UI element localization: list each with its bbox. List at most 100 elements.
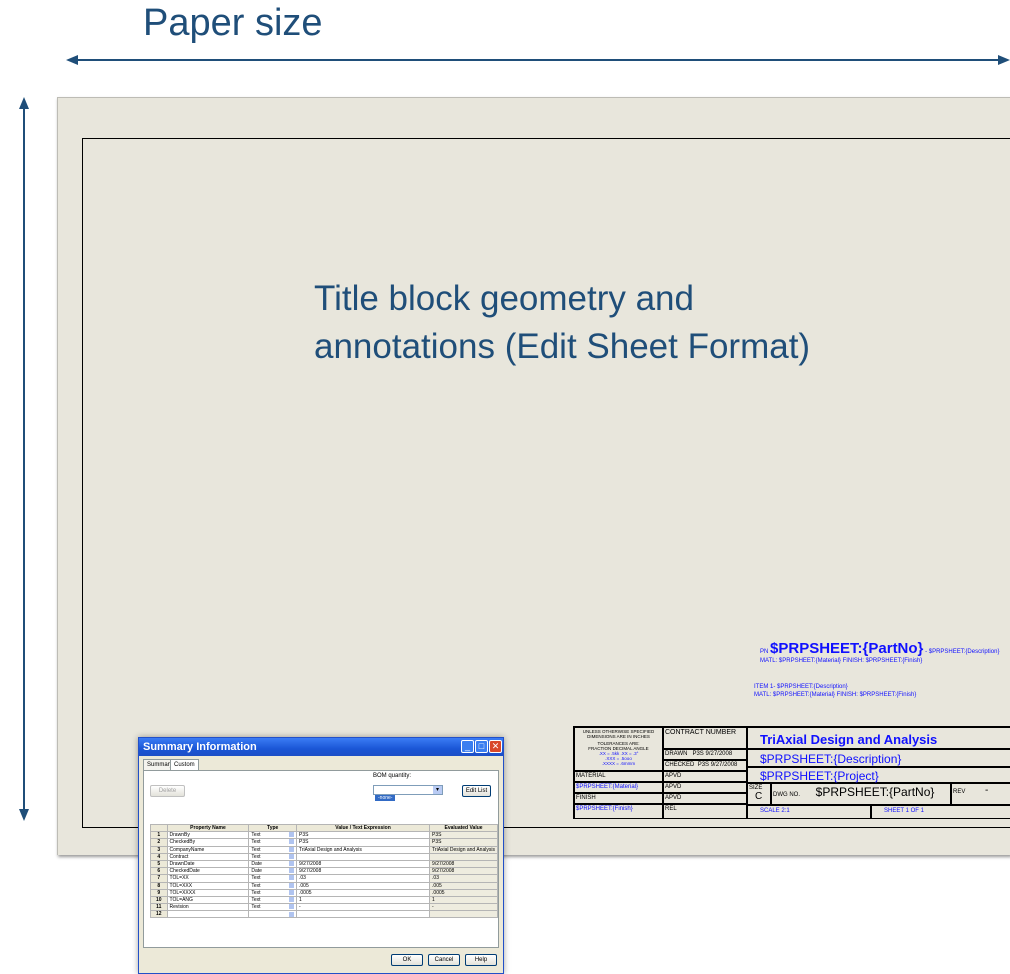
checked-row: CHECKED P3S 9/27/2008 bbox=[663, 760, 747, 771]
chevron-down-icon[interactable]: ▾ bbox=[433, 786, 442, 794]
type-cell[interactable]: Text bbox=[248, 845, 297, 854]
tolerances-note: UNLESS OTHERWISE SPECIFIED DIMENSIONS AR… bbox=[582, 729, 655, 739]
type-dropdown-icon[interactable] bbox=[289, 868, 294, 874]
apvd-1: APVD bbox=[663, 771, 747, 782]
table-row[interactable]: 10 TOL=ANG Text 1 1 bbox=[150, 895, 498, 905]
pn-value: $PRPSHEET:{PartNo} bbox=[770, 640, 924, 657]
type-cell[interactable]: Text bbox=[248, 903, 297, 912]
type-dropdown-icon[interactable] bbox=[289, 890, 294, 895]
item-note: ITEM 1- $PRPSHEET:{Description} MATL: $P… bbox=[754, 683, 916, 699]
value-cell[interactable]: P3S bbox=[295, 831, 431, 840]
type-cell[interactable]: Date bbox=[248, 859, 297, 869]
evaluated-value-cell: TriAxial Design and Analysis bbox=[429, 845, 498, 854]
row-number: 8 bbox=[150, 881, 168, 890]
rev-cell: REV - bbox=[951, 783, 1010, 805]
type-cell[interactable]: Text bbox=[248, 831, 297, 840]
rel: REL bbox=[663, 804, 747, 819]
evaluated-value-cell bbox=[429, 910, 498, 919]
type-dropdown-icon[interactable] bbox=[289, 883, 294, 888]
cancel-button[interactable]: Cancel bbox=[428, 954, 460, 966]
bom-quantity-label: BOM quantity: bbox=[373, 773, 412, 779]
value-cell[interactable] bbox=[295, 910, 431, 919]
bom-quantity-select[interactable]: -none- ▾ bbox=[373, 785, 443, 801]
type-cell[interactable]: Text bbox=[248, 895, 297, 905]
property-name-cell[interactable]: CheckedDate bbox=[166, 867, 250, 876]
row-number: 11 bbox=[150, 903, 168, 912]
edit-list-button[interactable]: Edit List bbox=[462, 785, 491, 797]
type-dropdown-icon[interactable] bbox=[289, 832, 294, 838]
type-cell[interactable]: Text bbox=[248, 881, 297, 890]
property-name-cell[interactable]: TOL=ANG bbox=[166, 895, 250, 905]
type-dropdown-icon[interactable] bbox=[289, 839, 294, 845]
value-cell[interactable]: P3S bbox=[295, 838, 431, 847]
value-cell[interactable]: .0005 bbox=[295, 888, 431, 897]
type-dropdown-icon[interactable] bbox=[289, 861, 294, 867]
row-number: 5 bbox=[150, 859, 168, 869]
close-icon[interactable]: ✕ bbox=[489, 740, 502, 753]
value-cell[interactable]: - bbox=[295, 903, 431, 912]
property-name-cell[interactable]: TOL=XXX bbox=[166, 881, 250, 890]
row-number: 7 bbox=[150, 874, 168, 883]
evaluated-value-cell: 9/27/2008 bbox=[429, 859, 498, 869]
help-button[interactable]: Help bbox=[465, 954, 497, 966]
table-row[interactable]: 2 CheckedBy Text P3S P3S bbox=[150, 838, 498, 847]
type-cell[interactable]: Text bbox=[248, 888, 297, 897]
delete-button[interactable]: Delete bbox=[150, 785, 185, 797]
type-cell[interactable]: Date bbox=[248, 867, 297, 876]
property-name-cell[interactable]: TOL=XX bbox=[166, 874, 250, 883]
properties-table: Property Name Type Value / Text Expressi… bbox=[150, 823, 498, 919]
item-note-line1: ITEM 1- $PRPSHEET:{Description} bbox=[754, 684, 848, 690]
type-cell[interactable]: Text bbox=[248, 852, 297, 861]
type-dropdown-icon[interactable] bbox=[289, 875, 294, 881]
evaluated-value-cell: 1 bbox=[429, 895, 498, 905]
apvd-3: APVD bbox=[663, 793, 747, 804]
property-name-cell[interactable]: TOL=XXXX bbox=[166, 888, 250, 897]
drawn-row: DRAWN P3S 9/27/2008 bbox=[663, 749, 747, 760]
table-row[interactable]: 6 CheckedDate Date 9/27/2008 9/27/2008 bbox=[150, 867, 498, 876]
table-row[interactable]: 3 CompanyName Text TriAxial Design and Anal… bbox=[150, 845, 498, 854]
table-row[interactable]: 5 DrawnDate Date 9/27/2008 9/27/2008 bbox=[150, 859, 498, 869]
dwg-no-value: $PRPSHEET:{PartNo} bbox=[815, 785, 935, 799]
property-name-cell[interactable] bbox=[166, 910, 250, 919]
type-cell[interactable]: Text bbox=[248, 838, 297, 847]
type-dropdown-icon[interactable] bbox=[289, 904, 294, 910]
value-cell[interactable] bbox=[295, 852, 431, 861]
project-field: $PRPSHEET:{Project} bbox=[747, 767, 1010, 783]
evaluated-value-cell: P3S bbox=[429, 838, 498, 847]
value-cell[interactable]: 9/27/2008 bbox=[295, 867, 431, 876]
value-cell[interactable]: .005 bbox=[295, 881, 431, 890]
value-cell[interactable]: TriAxial Design and Analysis bbox=[295, 845, 431, 854]
dwg-no-cell: DWG NO. $PRPSHEET:{PartNo} bbox=[771, 783, 951, 805]
maximize-icon[interactable]: □ bbox=[475, 740, 488, 753]
table-row[interactable]: 1 DrawnBy Text P3S P3S bbox=[150, 831, 498, 840]
minimize-icon[interactable]: _ bbox=[461, 740, 474, 753]
table-row[interactable]: 8 TOL=XXX Text .005.005 bbox=[150, 881, 498, 890]
type-dropdown-icon[interactable] bbox=[289, 854, 294, 859]
value-cell[interactable]: .03 bbox=[295, 874, 431, 883]
table-row[interactable]: 11 Revision Text - - bbox=[150, 903, 498, 912]
table-row[interactable]: 9 TOL=XXXX Text .0005.0005 bbox=[150, 888, 498, 897]
property-name-cell[interactable]: Contract bbox=[166, 852, 250, 861]
evaluated-value-cell: 9/27/2008 bbox=[429, 867, 498, 876]
property-name-cell[interactable]: Revision bbox=[166, 903, 250, 912]
property-name-cell[interactable]: DrawnBy bbox=[166, 831, 250, 840]
value-cell[interactable]: 1 bbox=[295, 895, 431, 905]
table-row[interactable]: 7 TOL=XX Text .03.03 bbox=[150, 874, 498, 883]
value-cell[interactable]: 9/27/2008 bbox=[295, 859, 431, 869]
type-dropdown-icon[interactable] bbox=[289, 897, 294, 902]
evaluated-value-cell: .03 bbox=[429, 874, 498, 883]
custom-tab-panel: Delete BOM quantity: -none- ▾ Edit List … bbox=[143, 770, 499, 948]
type-cell[interactable]: Text bbox=[248, 874, 297, 883]
table-row[interactable]: 4 Contract Text bbox=[150, 852, 498, 861]
type-dropdown-icon[interactable] bbox=[289, 847, 294, 852]
property-name-cell[interactable]: CheckedBy bbox=[166, 838, 250, 847]
material-finish-note: MATL: $PRPSHEET:{Material} FINISH: $PRPS… bbox=[760, 658, 923, 664]
type-dropdown-icon[interactable] bbox=[289, 911, 294, 917]
evaluated-value-cell: P3S bbox=[429, 831, 498, 840]
contract-number: CONTRACT NUMBER bbox=[663, 727, 747, 749]
table-row[interactable]: 12 bbox=[150, 910, 498, 919]
ok-button[interactable]: OK bbox=[391, 954, 423, 966]
type-cell[interactable] bbox=[248, 910, 297, 919]
property-name-cell[interactable]: CompanyName bbox=[166, 845, 250, 854]
property-name-cell[interactable]: DrawnDate bbox=[166, 859, 250, 869]
